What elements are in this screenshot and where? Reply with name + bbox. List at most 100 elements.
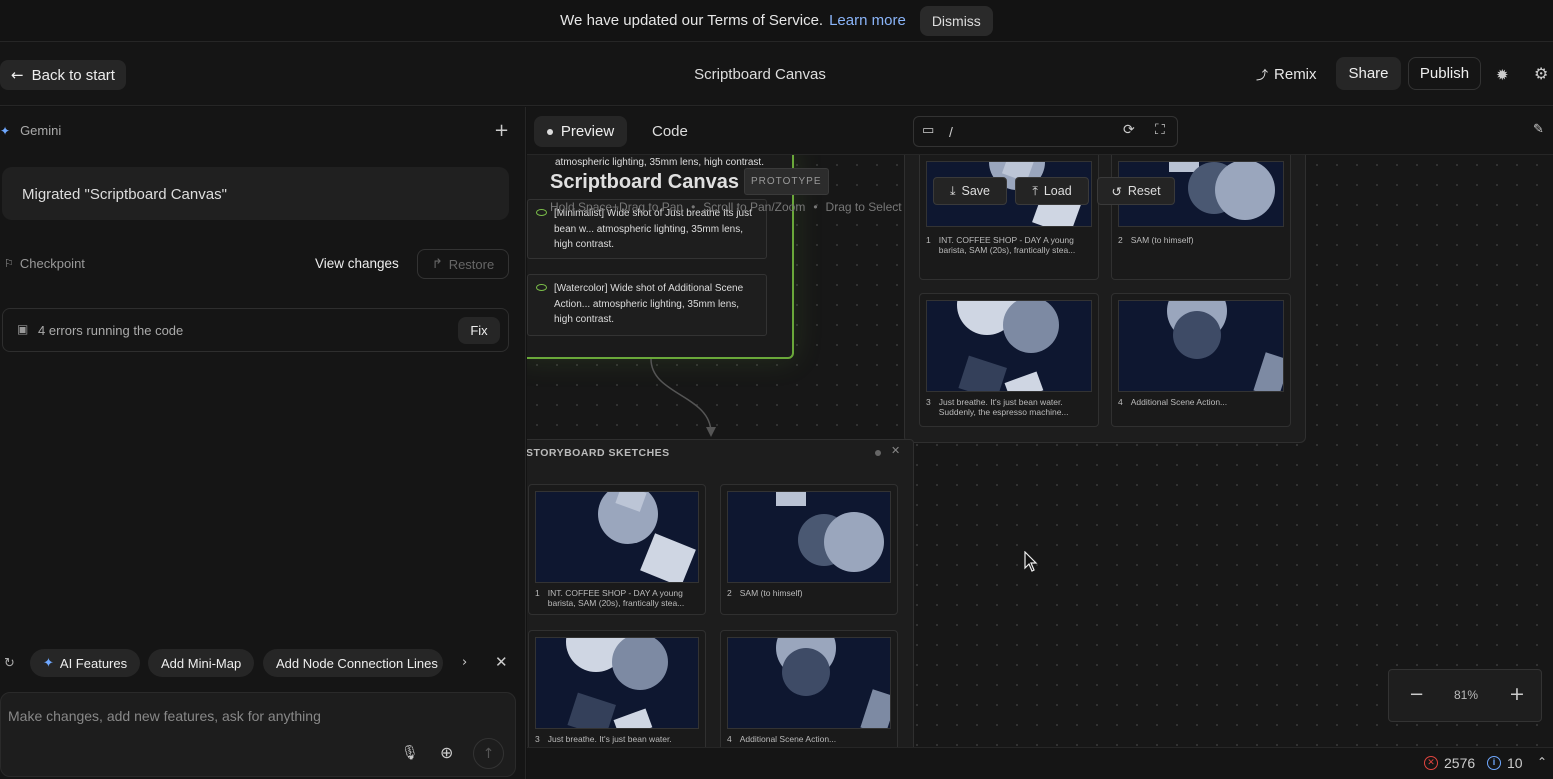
share-button[interactable]: Share	[1336, 57, 1401, 90]
zoom-in-icon[interactable]: +	[1509, 683, 1525, 705]
frame-card[interactable]: 4 Additional Scene Action...	[1111, 293, 1291, 427]
frame-text: Additional Scene Action...	[739, 734, 837, 744]
frame-caption: 2 SAM (to himself)	[1118, 235, 1286, 245]
zoom-level: 81%	[1453, 688, 1479, 702]
reset-label: Reset	[1127, 184, 1161, 198]
device-icon[interactable]: ▭	[922, 123, 934, 138]
frame-thumbnail	[535, 637, 699, 729]
frame-text: Just breathe. It's just bean water.	[547, 734, 672, 744]
error-count[interactable]: ✕ 2576	[1424, 755, 1475, 771]
frame-card[interactable]: 1 INT. COFFEE SHOP - DAY A young barista,…	[528, 484, 706, 615]
suggestion-add-mini-map[interactable]: Add Mini-Map	[148, 649, 255, 677]
info-count[interactable]: i 10	[1487, 755, 1523, 771]
dismiss-button[interactable]: Dismiss	[919, 5, 993, 36]
frame-card[interactable]: 3 Just breathe. It's just bean water.	[528, 630, 706, 747]
remix-button[interactable]: ⤴ Remix	[1256, 66, 1317, 83]
prompt-item-text: [Watercolor] Wide shot of Additional Sce…	[554, 283, 744, 325]
flag-icon: ⚐	[4, 257, 14, 270]
frame-caption: 3 Just breathe. It's just bean water.	[535, 734, 701, 744]
new-chat-plus-icon[interactable]: +	[494, 120, 509, 141]
path-text[interactable]: /	[949, 124, 953, 140]
frame-text: INT. COFFEE SHOP - DAY A young barista, …	[938, 235, 1076, 255]
status-bar: ✕ 2576 i 10 ⌃	[527, 747, 1553, 779]
frame-number: 4	[1118, 397, 1123, 407]
frame-caption: 4 Additional Scene Action...	[1118, 397, 1286, 407]
model-label: ✦ Gemini	[0, 123, 61, 138]
terminal-icon: ▣	[17, 322, 29, 336]
chevron-right-icon[interactable]: ›	[462, 655, 467, 670]
frame-text: Additional Scene Action...	[1130, 397, 1228, 407]
add-attachment-icon[interactable]: ⊕	[440, 743, 453, 762]
bug-icon[interactable]: ✹	[1496, 66, 1509, 84]
suggestion-label: AI Features	[59, 655, 128, 671]
settings-gear-icon[interactable]: ⚙	[1534, 64, 1548, 83]
preview-label: Preview	[560, 123, 615, 140]
terms-banner: We have updated our Terms of Service. Le…	[0, 0, 1553, 42]
hint-separator: •	[813, 200, 818, 214]
frame-text: SAM (to himself)	[739, 588, 803, 598]
status-dot-icon	[875, 450, 881, 456]
frame-text: SAM (to himself)	[1130, 235, 1194, 245]
banner-text: We have updated our Terms of Service.	[560, 12, 824, 29]
eye-icon[interactable]	[536, 284, 547, 291]
hint-scroll: Scroll to Pan/Zoom	[703, 200, 806, 214]
eye-icon[interactable]	[536, 209, 547, 216]
publish-button[interactable]: Publish	[1408, 57, 1481, 90]
close-node-icon[interactable]: ✕	[891, 444, 900, 457]
error-card: ▣ 4 errors running the code Fix	[2, 308, 509, 352]
fix-button[interactable]: Fix	[458, 317, 500, 344]
active-dot-icon	[546, 128, 553, 135]
frame-card[interactable]: 4 Additional Scene Action...	[720, 630, 898, 747]
frame-card[interactable]: 2 SAM (to himself)	[1111, 155, 1291, 280]
storyboard-title: STORYBOARD SKETCHES	[527, 447, 670, 459]
info-icon: i	[1487, 756, 1501, 770]
close-suggestions-icon[interactable]: ✕	[495, 653, 508, 671]
error-count-value: 2576	[1444, 755, 1476, 771]
prompt-item-2[interactable]: [Watercolor] Wide shot of Additional Sce…	[527, 274, 767, 336]
learn-more-link[interactable]: Learn more	[829, 12, 906, 29]
fullscreen-icon[interactable]: ⛶	[1155, 122, 1165, 138]
frame-caption: 4 Additional Scene Action...	[727, 734, 893, 744]
frame-thumbnail	[926, 300, 1092, 392]
frame-number: 1	[535, 588, 540, 598]
gemini-sparkle-icon: ✦	[0, 123, 11, 138]
mouse-cursor-icon	[1024, 551, 1038, 572]
frame-number: 3	[926, 397, 931, 407]
chevron-up-icon[interactable]: ⌃	[1537, 755, 1547, 769]
frame-caption: 1 INT. COFFEE SHOP - DAY A young barista,…	[926, 235, 1094, 255]
reload-icon[interactable]: ⟳	[1123, 122, 1135, 138]
magic-edit-icon[interactable]: ✎	[1533, 122, 1544, 137]
save-button[interactable]: ⤓ Save	[933, 177, 1007, 205]
frame-card[interactable]: 1 INT. COFFEE SHOP - DAY A young barista,…	[919, 155, 1099, 280]
preview-tab[interactable]: Preview	[534, 116, 627, 147]
refresh-suggestions-icon[interactable]: ↻	[4, 656, 15, 671]
storyboard-sketches-node[interactable]: STORYBOARD SKETCHES ✕ 1 INT. COFFEE SHOP …	[527, 439, 914, 747]
prompt-placeholder[interactable]: Make changes, add new features, ask for …	[8, 708, 321, 724]
code-tab[interactable]: Code	[652, 123, 688, 140]
chat-message: Migrated "Scriptboard Canvas"	[2, 167, 509, 220]
canvas-area[interactable]: atmospheric lighting, 35mm lens, high co…	[527, 155, 1553, 747]
microphone-icon[interactable]: 🎙	[401, 745, 419, 761]
suggestion-ai-features[interactable]: ✦ AI Features	[30, 649, 141, 677]
remix-icon: ⤴	[1256, 68, 1269, 82]
suggestion-add-node-connection-lines[interactable]: Add Node Connection Lines	[263, 649, 443, 677]
load-button[interactable]: ⤒ Load	[1015, 177, 1089, 205]
prompt-item-text: [Minimalist] Wide shot of Just breathe I…	[554, 208, 752, 250]
back-to-start-button[interactable]: ← Back to start	[0, 60, 126, 90]
send-button[interactable]: ↑	[473, 738, 504, 769]
frame-thumbnail	[727, 637, 891, 729]
reset-button[interactable]: ↺ Reset	[1097, 177, 1175, 205]
view-changes-button[interactable]: View changes	[315, 256, 399, 271]
address-bar[interactable]: ▭ / ⟳ ⛶	[913, 116, 1178, 147]
frame-text: INT. COFFEE SHOP - DAY A young barista, …	[547, 588, 685, 608]
frame-card[interactable]: 3 Just breathe. It's just bean water. Sud…	[919, 293, 1099, 427]
frame-thumbnail	[1118, 300, 1284, 392]
zoom-out-icon[interactable]: −	[1409, 684, 1424, 705]
sparkle-icon: ✦	[43, 655, 54, 671]
restore-button[interactable]: ↱ Restore	[417, 249, 509, 279]
frame-card[interactable]: 2 SAM (to himself)	[720, 484, 898, 615]
info-count-value: 10	[1507, 755, 1523, 771]
prompt-input-box[interactable]: Make changes, add new features, ask for …	[0, 692, 516, 777]
frame-number: 2	[727, 588, 732, 598]
hint-pan: Hold Space+Drag to Pan	[550, 200, 684, 214]
